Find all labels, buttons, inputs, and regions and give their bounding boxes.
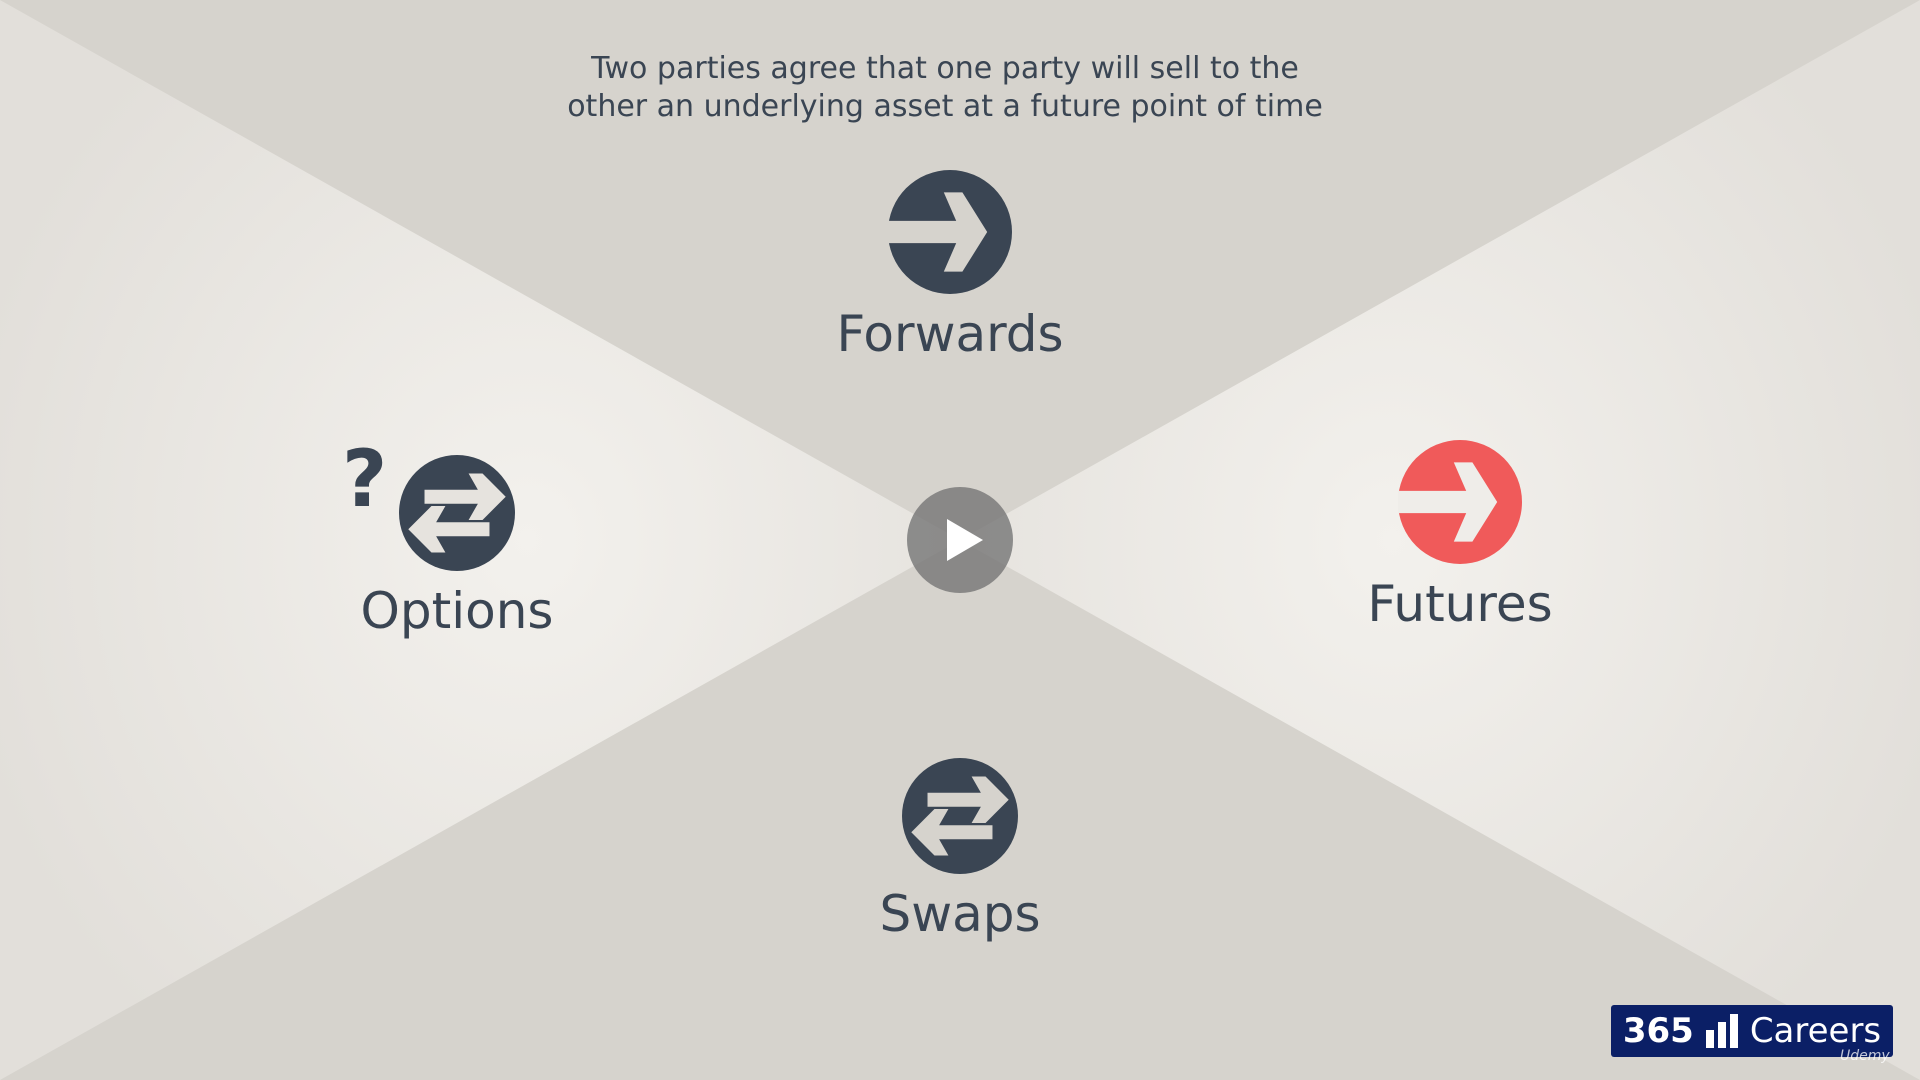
arrow-right-circle-icon	[1398, 440, 1522, 564]
video-slide[interactable]: Two parties agree that one party will se…	[0, 0, 1920, 1080]
swap-arrows-circle-icon	[902, 758, 1018, 874]
swap-arrows-circle-icon	[399, 455, 515, 571]
forwards-item: Forwards	[800, 170, 1100, 364]
swaps-label: Swaps	[879, 885, 1041, 943]
futures-label: Futures	[1367, 575, 1553, 633]
play-icon	[947, 519, 983, 561]
futures-item: Futures	[1310, 440, 1610, 634]
definition-caption: Two parties agree that one party will se…	[460, 50, 1430, 126]
swaps-item: Swaps	[810, 758, 1110, 944]
bar-chart-icon	[1705, 1014, 1738, 1048]
caption-line-2: other an underlying asset at a future po…	[567, 89, 1323, 124]
udemy-watermark: Udemy	[1840, 1048, 1890, 1064]
forwards-label: Forwards	[836, 305, 1064, 363]
play-button[interactable]	[907, 487, 1013, 593]
options-label: Options	[360, 582, 554, 640]
arrow-right-circle-icon	[888, 170, 1012, 294]
options-item: Options	[307, 455, 607, 641]
caption-line-1: Two parties agree that one party will se…	[591, 51, 1299, 86]
logo-number: 365	[1622, 1011, 1694, 1051]
